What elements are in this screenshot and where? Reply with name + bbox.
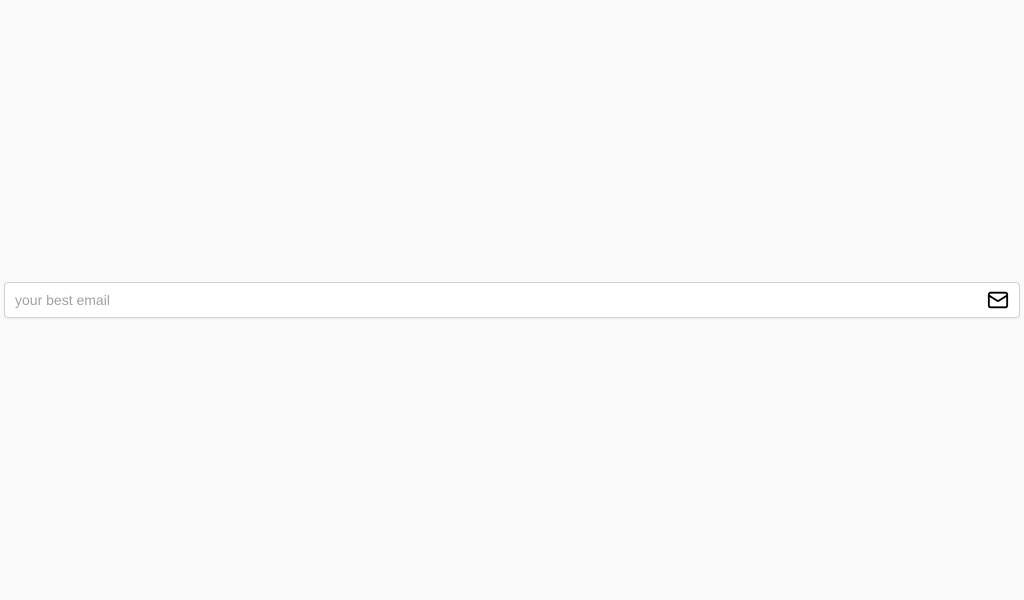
- email-input[interactable]: [5, 283, 983, 317]
- email-input-wrapper: [4, 282, 1020, 318]
- email-signup-container: [0, 282, 1024, 318]
- mail-icon: [983, 289, 1019, 311]
